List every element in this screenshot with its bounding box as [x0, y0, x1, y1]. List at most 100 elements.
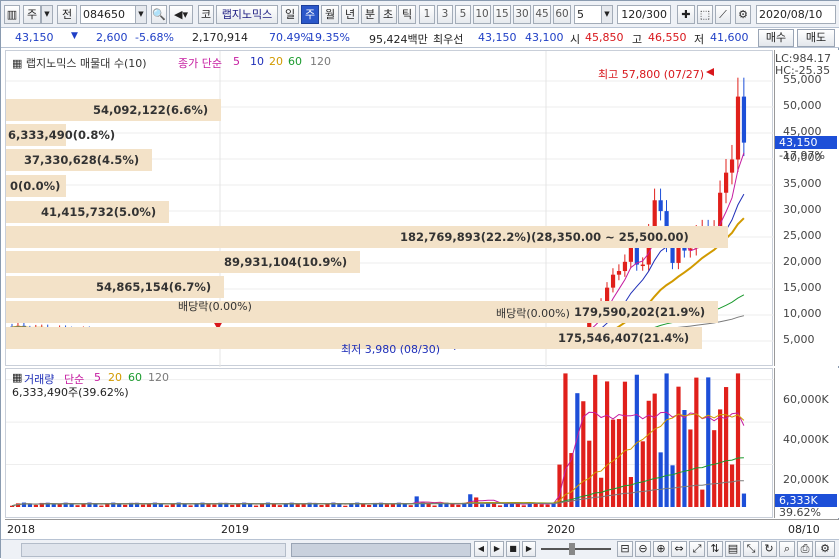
scroll-track[interactable]	[21, 543, 286, 557]
toolbar: ▥ 주 ▼ 전 084650 ▼ 🔍 ◀▾ 코 랩지노믹스 일 주 월 년 분 …	[1, 1, 839, 28]
zoom-in-icon[interactable]: ⊕	[653, 541, 669, 557]
current-pct: -17.97%	[779, 149, 825, 162]
zoom-slider[interactable]	[541, 548, 611, 550]
search-icon[interactable]: 🔍	[151, 5, 167, 24]
date-input[interactable]: 2020/08/10	[756, 5, 836, 24]
price-tick: 55,000	[783, 73, 822, 86]
zoom-slider-thumb[interactable]	[569, 543, 575, 555]
volume-axis[interactable]: 60,000K 40,000K 20,000K 6,333K 39.62%	[774, 368, 839, 519]
next-icon[interactable]: ▶	[522, 541, 536, 557]
volume: 2,170,914	[192, 31, 248, 44]
buy-button[interactable]: 매수	[758, 29, 794, 47]
prev-icon[interactable]: ◀	[474, 541, 488, 557]
chevron-down-icon[interactable]: ▼	[601, 5, 613, 24]
sound-icon[interactable]: ◀▾	[169, 5, 193, 24]
compare-icon[interactable]: ⇅	[707, 541, 723, 557]
settings-icon[interactable]: ⚙	[815, 541, 835, 557]
volume-bar	[212, 504, 217, 507]
chart-type-icon[interactable]: ▥	[4, 5, 20, 24]
volume-bar	[432, 505, 437, 507]
volume-bar	[408, 505, 413, 507]
period-year[interactable]: 년	[341, 5, 359, 24]
period-day[interactable]: 일	[281, 5, 299, 24]
candle	[616, 271, 622, 275]
period-tick[interactable]: 틱	[398, 5, 416, 24]
type-button[interactable]: 코	[198, 5, 214, 24]
volume-profile-band: 182,769,893(22.2%)(28,350.00 ~ 25,500.00…	[6, 226, 728, 248]
bid-price: 43,100	[525, 31, 564, 44]
scroll-thumb[interactable]	[291, 543, 471, 557]
volume-bar	[450, 504, 455, 507]
stock-name: 랩지노믹스	[216, 5, 278, 24]
gear-icon[interactable]: ⚙	[735, 5, 751, 24]
interval-30[interactable]: 30	[513, 5, 531, 24]
volume-bar	[640, 441, 645, 507]
ma-20-legend: 20	[269, 55, 283, 68]
interval-10[interactable]: 10	[473, 5, 491, 24]
period-week[interactable]: 주	[301, 5, 319, 24]
ma-60-legend: 60	[288, 55, 302, 68]
volume-bar	[367, 504, 372, 507]
interval-60[interactable]: 60	[553, 5, 571, 24]
zoom-out-icon[interactable]: ⊖	[635, 541, 651, 557]
reset-icon[interactable]: ↻	[761, 541, 777, 557]
play-icon[interactable]: ▶	[490, 541, 504, 557]
window-icon[interactable]: ⊟	[617, 541, 633, 557]
period-month[interactable]: 월	[321, 5, 339, 24]
zoom-icon[interactable]: ⬚	[697, 5, 713, 24]
volume-bar	[295, 504, 300, 507]
price-tick: 30,000	[783, 203, 822, 216]
volume-bar	[301, 504, 306, 507]
fit-icon[interactable]: ⇔	[671, 541, 687, 557]
open-price: 45,850	[585, 31, 624, 44]
stop-icon[interactable]: ■	[506, 541, 520, 557]
volume-ratio: 70.49%	[269, 31, 311, 44]
period-minute[interactable]: 분	[361, 5, 379, 24]
interval-5[interactable]: 5	[455, 5, 471, 24]
volume-bar	[140, 504, 146, 507]
vol-ma-60: 60	[128, 371, 142, 384]
candle	[729, 159, 735, 173]
chevron-down-icon[interactable]: ▼	[135, 5, 147, 24]
volume-bar	[700, 489, 705, 507]
volume-bar	[164, 505, 169, 507]
volume-bar	[468, 494, 473, 507]
sell-button[interactable]: 매도	[797, 29, 835, 47]
volume-profile-band: 6,333,490(0.8%)	[6, 124, 115, 146]
volume-ma-line	[11, 411, 745, 507]
ma-5-legend: 5	[233, 55, 240, 68]
price-axis[interactable]: LC:984.17 HC:-25.35 55,000 50,000 45,000 40…	[774, 50, 839, 366]
volume-bar	[664, 373, 669, 507]
link-icon[interactable]: ⤡	[743, 541, 759, 557]
stock-code-input[interactable]: 084650	[80, 5, 136, 24]
search-icon[interactable]: ⌕	[779, 541, 795, 557]
draw-icon[interactable]: ⟋	[715, 5, 731, 24]
interval-45[interactable]: 45	[533, 5, 551, 24]
period-second[interactable]: 초	[379, 5, 397, 24]
volume-bar	[325, 503, 330, 507]
volume-chart[interactable]: ▦ 거래량 단순 5 20 60 120 6,333,490주(39.62%)	[5, 368, 774, 518]
chevron-down-icon[interactable]: ▼	[41, 5, 53, 24]
price-chart[interactable]: 54,092,122(6.6%) 6,333,490(0.8%) 37,330,62…	[5, 50, 774, 367]
interval-3[interactable]: 3	[437, 5, 453, 24]
mode-select[interactable]: 주	[23, 5, 41, 24]
volume-bar	[206, 504, 211, 507]
date-2020: 2020	[547, 523, 575, 536]
market-select[interactable]: 전	[57, 5, 77, 24]
volume-bar	[319, 505, 324, 507]
interval-15[interactable]: 15	[493, 5, 511, 24]
chart-icon[interactable]: ▤	[725, 541, 741, 557]
interval-1[interactable]: 1	[419, 5, 435, 24]
count-display[interactable]: 120/300	[617, 5, 671, 24]
print-icon[interactable]: ⎙	[797, 541, 813, 557]
volume-bar	[658, 452, 663, 507]
quote-bar: 43,150 ▼ 2,600 -5.68% 2,170,914 70.49% 1…	[1, 28, 839, 48]
volume-bar	[539, 504, 544, 507]
volume-profile-band: 54,865,154(6.7%)	[6, 276, 224, 298]
volume-profile-band: 179,590,202(21.9%)	[6, 301, 718, 323]
expand-icon[interactable]: ⤢	[689, 541, 705, 557]
vol-tick-60k: 60,000K	[783, 393, 829, 406]
price-tick: 50,000	[783, 99, 822, 112]
volume-bar	[610, 419, 616, 507]
crosshair-icon[interactable]: ✚	[677, 5, 695, 24]
